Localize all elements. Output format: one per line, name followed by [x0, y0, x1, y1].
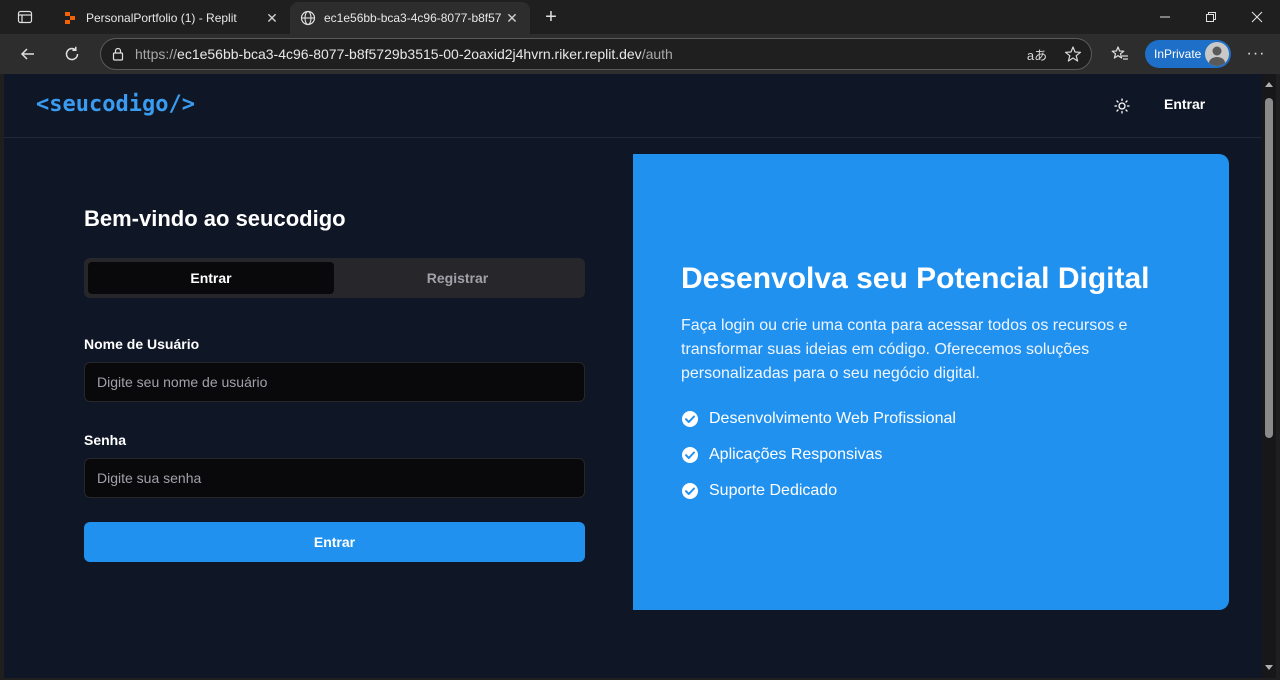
browser-tab-active[interactable]: ec1e56bb-bca3-4c96-8077-b8f57 ✕	[290, 2, 530, 34]
tab-register[interactable]: Registrar	[334, 262, 581, 294]
check-circle-icon	[682, 411, 698, 427]
password-input[interactable]	[84, 458, 585, 498]
minimize-button[interactable]	[1142, 0, 1188, 34]
page-viewport: <seucodigo/> Entrar Bem-vindo ao seucodi…	[4, 74, 1262, 678]
scroll-up-arrow-icon[interactable]	[1265, 82, 1273, 87]
close-window-button[interactable]	[1234, 0, 1280, 34]
close-tab-icon[interactable]: ✕	[264, 10, 280, 26]
theme-toggle-sun-icon[interactable]	[1110, 94, 1134, 118]
inprivate-badge[interactable]: InPrivate	[1145, 40, 1231, 68]
feature-item: Aplicações Responsivas	[681, 446, 882, 464]
close-tab-icon[interactable]: ✕	[504, 10, 520, 26]
password-label: Senha	[84, 432, 127, 448]
replit-icon	[62, 10, 78, 26]
tab-title: PersonalPortfolio (1) - Replit	[86, 11, 237, 25]
avatar	[1205, 42, 1229, 66]
feature-label: Desenvolvimento Web Profissional	[709, 410, 956, 427]
site-logo[interactable]: <seucodigo/>	[36, 92, 195, 117]
hero-panel: Desenvolva seu Potencial Digital Faça lo…	[633, 154, 1229, 610]
browser-tab-replit[interactable]: PersonalPortfolio (1) - Replit ✕	[52, 2, 290, 34]
login-submit-button[interactable]: Entrar	[84, 522, 585, 562]
scroll-down-arrow-icon[interactable]	[1265, 665, 1273, 670]
refresh-button[interactable]	[57, 40, 87, 68]
form-title: Bem-vindo ao seucodigo	[84, 206, 346, 231]
tab-title: ec1e56bb-bca3-4c96-8077-b8f57	[324, 11, 502, 25]
auth-tabs: Entrar Registrar	[84, 258, 585, 298]
username-label: Nome de Usuário	[84, 336, 200, 352]
browser-tab-bar: PersonalPortfolio (1) - Replit ✕ ec1e56b…	[0, 0, 1280, 34]
scrollbar-thumb[interactable]	[1265, 98, 1273, 438]
feature-item: Desenvolvimento Web Profissional	[681, 410, 956, 428]
address-bar[interactable]: https://ec1e56bb-bca3-4c96-8077-b8f5729b…	[100, 38, 1092, 70]
feature-label: Aplicações Responsivas	[709, 446, 883, 463]
check-circle-icon	[682, 483, 698, 499]
auth-form-card: Bem-vindo ao seucodigo Entrar Registrar …	[36, 154, 636, 610]
globe-icon	[300, 10, 316, 26]
tab-login[interactable]: Entrar	[88, 262, 334, 294]
site-header: <seucodigo/> Entrar	[4, 74, 1262, 138]
feature-label: Suporte Dedicado	[709, 482, 838, 499]
new-tab-button[interactable]: +	[538, 5, 564, 29]
page-scrollbar[interactable]	[1262, 74, 1276, 678]
favorite-star-icon[interactable]	[1055, 40, 1091, 68]
feature-item: Suporte Dedicado	[681, 482, 837, 500]
browser-toolbar: https://ec1e56bb-bca3-4c96-8077-b8f5729b…	[0, 34, 1280, 74]
url-text: https://ec1e56bb-bca3-4c96-8077-b8f5729b…	[135, 46, 673, 62]
lock-icon[interactable]	[101, 47, 135, 61]
check-circle-icon	[682, 447, 698, 463]
more-options-icon[interactable]: ···	[1242, 40, 1270, 68]
restore-button[interactable]	[1188, 0, 1234, 34]
hero-title: Desenvolva seu Potencial Digital	[681, 262, 1150, 295]
username-input[interactable]	[84, 362, 585, 402]
read-aloud-icon[interactable]: aあ	[1019, 40, 1055, 68]
inprivate-label: InPrivate	[1154, 47, 1202, 61]
back-button[interactable]	[13, 40, 43, 68]
hero-description: Faça login ou crie uma conta para acessa…	[681, 317, 1128, 382]
header-login-link[interactable]: Entrar	[1164, 96, 1205, 112]
tab-actions-icon[interactable]	[8, 5, 42, 29]
favorites-icon[interactable]	[1105, 40, 1135, 68]
